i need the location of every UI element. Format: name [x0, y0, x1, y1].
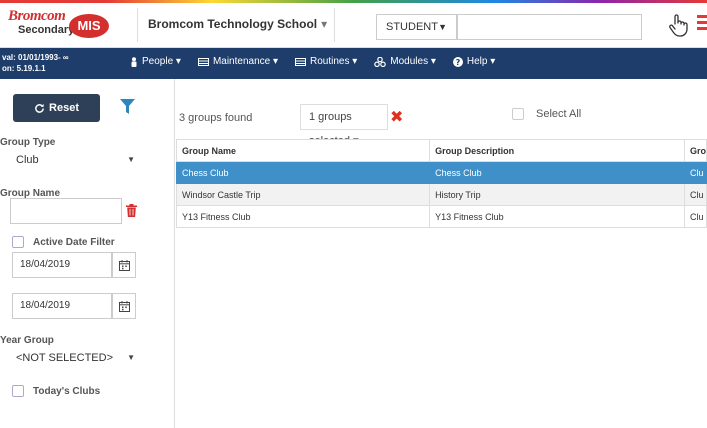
todays-clubs-checkbox[interactable]: Today's Clubs: [12, 385, 100, 397]
table-row[interactable]: Windsor Castle Trip History Trip Clu: [175, 183, 707, 206]
person-icon: [131, 56, 137, 67]
header-divider: [334, 8, 335, 42]
calendar-icon: [118, 300, 130, 312]
refresh-icon: [35, 103, 44, 113]
trash-icon[interactable]: [126, 204, 137, 217]
version-info: val: 01/01/1993- ∞ on: 5.19.1.1: [2, 52, 69, 74]
version-line: val: 01/01/1993- ∞: [2, 53, 69, 62]
svg-text:?: ?: [456, 58, 461, 67]
header-divider: [137, 8, 138, 42]
chevron-down-icon: ▼: [438, 22, 447, 32]
modules-icon: [374, 56, 387, 67]
date-to-field[interactable]: 18/04/2019: [12, 293, 112, 319]
cell-group-name: Y13 Fitness Club: [175, 205, 431, 228]
nav-item-routines[interactable]: Routines ▾: [295, 56, 357, 67]
group-name-input[interactable]: [10, 198, 122, 224]
select-all-checkbox[interactable]: Select All: [512, 108, 581, 120]
results-panel: 3 groups found 1 groups selected ▾ ✖ Sel…: [175, 79, 707, 428]
checkbox-box[interactable]: [12, 385, 24, 397]
cell-group-description: Chess Club: [429, 161, 685, 184]
nav-item-help[interactable]: ? Help ▾: [452, 56, 496, 67]
logo-badge: MIS: [69, 14, 109, 38]
logo-sub: Secondary: [18, 24, 75, 36]
column-header-group-description[interactable]: Group Description: [429, 139, 685, 162]
chevron-down-icon: ▼: [127, 155, 135, 164]
version-line: on: 5.19.1.1: [2, 64, 46, 73]
table-icon: [197, 57, 209, 66]
group-type-select[interactable]: Club ▼: [10, 147, 135, 173]
table-row[interactable]: Chess Club Chess Club Clu: [175, 161, 707, 184]
column-header-group-type[interactable]: Gro: [683, 139, 707, 162]
main-navbar: val: 01/01/1993- ∞ on: 5.19.1.1 People ▾…: [0, 48, 707, 79]
cell-group-description: History Trip: [429, 183, 685, 206]
bromcom-logo[interactable]: Bromcom Secondary MIS: [8, 8, 128, 42]
table-header-row: Group Name Group Description Gro: [175, 139, 707, 162]
cell-group-name: Windsor Castle Trip: [175, 183, 431, 206]
search-type-value: STUDENT: [386, 21, 438, 33]
groups-found-count: 3 groups found: [179, 112, 253, 124]
cell-group-type: Clu: [683, 161, 707, 184]
nav-item-label: People ▾: [142, 56, 181, 67]
date-from-field[interactable]: 18/04/2019: [12, 252, 112, 278]
reset-label: Reset: [49, 102, 79, 114]
help-icon: ?: [452, 56, 463, 67]
active-date-filter-checkbox[interactable]: Active Date Filter: [12, 236, 115, 248]
checkbox-box[interactable]: [512, 108, 524, 120]
search-type-select[interactable]: STUDENT ▼: [376, 14, 458, 40]
nav-item-label: Maintenance ▾: [212, 56, 278, 67]
nav-item-modules[interactable]: Modules ▾: [374, 56, 436, 67]
year-group-value: <NOT SELECTED>: [16, 352, 113, 364]
todays-clubs-label: Today's Clubs: [33, 385, 101, 397]
table-icon: [295, 57, 306, 66]
school-selector[interactable]: Bromcom Technology School ▾: [148, 17, 327, 31]
nav-item-label: Routines ▾: [310, 56, 358, 67]
year-group-select[interactable]: <NOT SELECTED> ▼: [10, 345, 135, 371]
cell-group-description: Y13 Fitness Club: [429, 205, 685, 228]
table-row[interactable]: Y13 Fitness Club Y13 Fitness Club Clu: [175, 205, 707, 228]
clear-selection-icon[interactable]: ✖: [390, 107, 403, 127]
reset-button[interactable]: Reset: [13, 94, 100, 122]
nav-item-maintenance[interactable]: Maintenance ▾: [197, 56, 278, 67]
filter-icon[interactable]: [120, 99, 135, 114]
groups-selected-dropdown[interactable]: 1 groups selected ▾: [300, 104, 388, 147]
chevron-down-icon: ▾: [321, 17, 328, 31]
nav-menu: People ▾ Maintenance ▾ Routines ▾ Module…: [130, 56, 512, 67]
select-all-label: Select All: [536, 108, 582, 120]
top-header: Bromcom Secondary MIS Bromcom Technology…: [0, 0, 707, 48]
calendar-icon: [118, 259, 130, 271]
menu-icon[interactable]: [697, 15, 707, 35]
nav-item-people[interactable]: People ▾: [130, 56, 181, 67]
logo-brand: Bromcom: [8, 8, 66, 24]
calendar-button[interactable]: [112, 252, 136, 278]
groups-table: Group Name Group Description Gro Chess C…: [175, 139, 707, 228]
column-header-group-name[interactable]: Group Name: [175, 139, 431, 162]
cell-group-name: Chess Club: [175, 161, 431, 184]
brand-stripe: [0, 0, 707, 3]
active-date-filter-label: Active Date Filter: [33, 236, 115, 248]
pointer-hand-icon[interactable]: [667, 13, 689, 37]
cell-group-type: Clu: [683, 183, 707, 206]
nav-item-label: Modules ▾: [390, 56, 436, 67]
cell-group-type: Clu: [683, 205, 707, 228]
filter-sidebar: Reset Group Type Club ▼ Group Name Activ…: [0, 79, 175, 428]
calendar-button[interactable]: [112, 293, 136, 319]
chevron-down-icon: ▼: [127, 353, 135, 362]
checkbox-box[interactable]: [12, 236, 24, 248]
group-type-value: Club: [16, 154, 39, 166]
school-name: Bromcom Technology School: [148, 17, 318, 31]
student-search-input[interactable]: [456, 14, 642, 40]
nav-item-label: Help ▾: [466, 56, 496, 67]
